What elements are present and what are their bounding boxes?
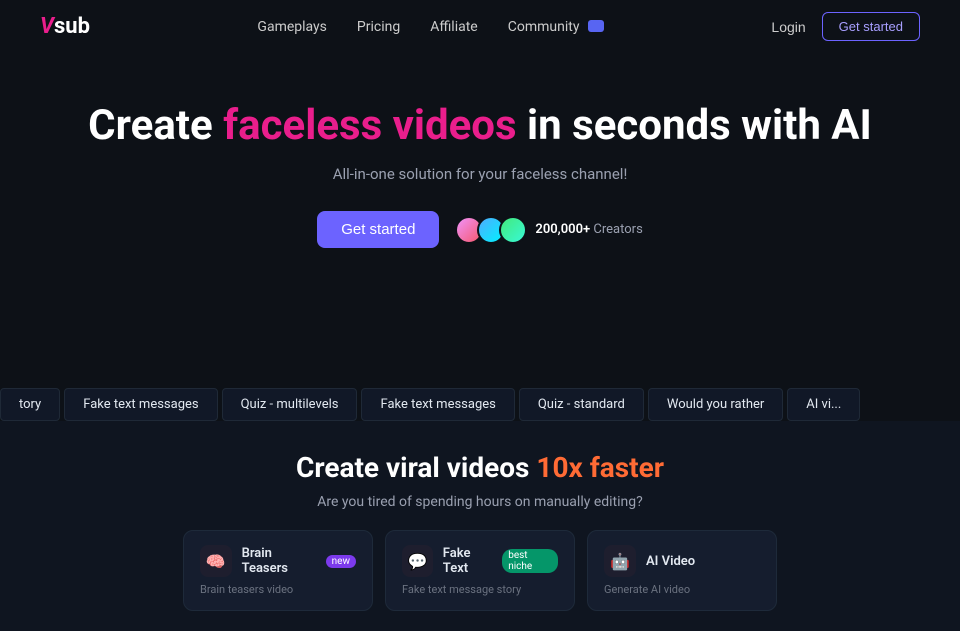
card-icon: 🤖 xyxy=(604,545,636,577)
card[interactable]: 🤖 AI Video Generate AI video xyxy=(587,530,777,611)
card-badge: best niche xyxy=(502,549,558,573)
card-desc: Brain teasers video xyxy=(200,583,356,596)
creators-row: 200,000+ Creators xyxy=(455,216,642,244)
card-title-row: Brain Teasers new xyxy=(242,546,356,576)
tag-item: Fake text messages xyxy=(361,388,514,421)
get-started-hero-button[interactable]: Get started xyxy=(317,211,439,248)
tag-item: Would you rather xyxy=(648,388,783,421)
logo-v: V xyxy=(40,14,54,39)
card-title: Brain Teasers xyxy=(242,546,320,576)
hero-subtitle: All-in-one solution for your faceless ch… xyxy=(40,165,920,183)
card-header: 🤖 AI Video xyxy=(604,545,760,577)
bottom-section: Create viral videos 10x faster Are you t… xyxy=(0,421,960,631)
logo[interactable]: Vsub xyxy=(40,14,90,39)
cards-row: 🧠 Brain Teasers new Brain teasers video … xyxy=(40,530,920,611)
nav-affiliate[interactable]: Affiliate xyxy=(430,19,478,35)
card-title: AI Video xyxy=(646,554,695,569)
card[interactable]: 🧠 Brain Teasers new Brain teasers video xyxy=(183,530,373,611)
card-icon: 🧠 xyxy=(200,545,232,577)
tag-item: Quiz - multilevels xyxy=(222,388,358,421)
card-header: 💬 Fake Text best niche xyxy=(402,545,558,577)
bottom-subtitle: Are you tired of spending hours on manua… xyxy=(40,494,920,510)
tag-item: Fake text messages xyxy=(64,388,217,421)
nav-right: Login Get started xyxy=(771,12,920,41)
hero-title: Create faceless videos in seconds with A… xyxy=(40,101,920,151)
video-area xyxy=(0,278,960,378)
tags-strip: toryFake text messagesQuiz - multilevels… xyxy=(0,388,960,421)
card[interactable]: 💬 Fake Text best niche Fake text message… xyxy=(385,530,575,611)
nav-gameplays[interactable]: Gameplays xyxy=(257,19,326,35)
logo-rest: sub xyxy=(54,14,90,39)
discord-icon xyxy=(588,20,604,32)
nav-links: Gameplays Pricing Affiliate Community xyxy=(257,19,604,35)
tag-item: Quiz - standard xyxy=(519,388,644,421)
card-desc: Generate AI video xyxy=(604,583,760,596)
hero-cta: Get started 200,000+ Creators xyxy=(40,211,920,248)
creators-text: 200,000+ Creators xyxy=(535,222,642,237)
card-title-row: AI Video xyxy=(646,554,695,569)
navbar: Vsub Gameplays Pricing Affiliate Communi… xyxy=(0,0,960,53)
bottom-title: Create viral videos 10x faster xyxy=(40,451,920,484)
get-started-nav-button[interactable]: Get started xyxy=(822,12,920,41)
tag-item: tory xyxy=(0,388,60,421)
card-desc: Fake text message story xyxy=(402,583,558,596)
avatar-3 xyxy=(499,216,527,244)
tag-item: AI vi... xyxy=(787,388,860,421)
card-icon: 💬 xyxy=(402,545,433,577)
login-button[interactable]: Login xyxy=(771,19,805,35)
nav-community[interactable]: Community xyxy=(508,19,604,35)
nav-pricing[interactable]: Pricing xyxy=(357,19,400,35)
card-badge: new xyxy=(326,555,356,568)
card-title-row: Fake Text best niche xyxy=(443,546,558,576)
hero-section: Create faceless videos in seconds with A… xyxy=(0,53,960,278)
card-title: Fake Text xyxy=(443,546,496,576)
avatars xyxy=(455,216,527,244)
card-header: 🧠 Brain Teasers new xyxy=(200,545,356,577)
